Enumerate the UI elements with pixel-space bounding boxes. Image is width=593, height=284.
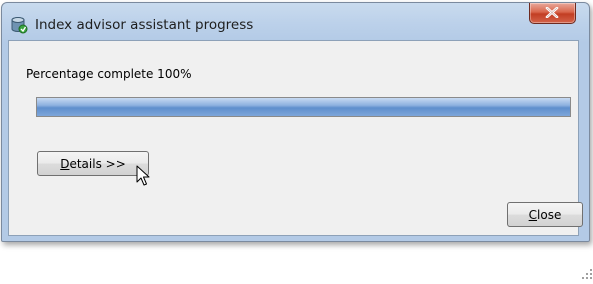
close-button[interactable]: Close <box>507 202 583 227</box>
close-label: lose <box>537 207 562 222</box>
details-label: etails >> <box>69 156 126 171</box>
mouse-pointer-icon <box>136 165 150 186</box>
close-mnemonic: C <box>528 207 538 222</box>
title-bar[interactable]: Index advisor assistant progress <box>2 3 589 43</box>
percentage-label: Percentage complete 100% <box>26 67 192 81</box>
progress-bar <box>36 97 571 117</box>
details-button[interactable]: Details >> <box>37 151 149 176</box>
window-close-button[interactable] <box>529 3 576 24</box>
database-icon <box>10 16 28 34</box>
window-title: Index advisor assistant progress <box>35 17 254 33</box>
close-icon <box>545 7 559 18</box>
progress-bar-fill <box>37 98 570 116</box>
resize-grip-icon[interactable] <box>581 265 593 279</box>
